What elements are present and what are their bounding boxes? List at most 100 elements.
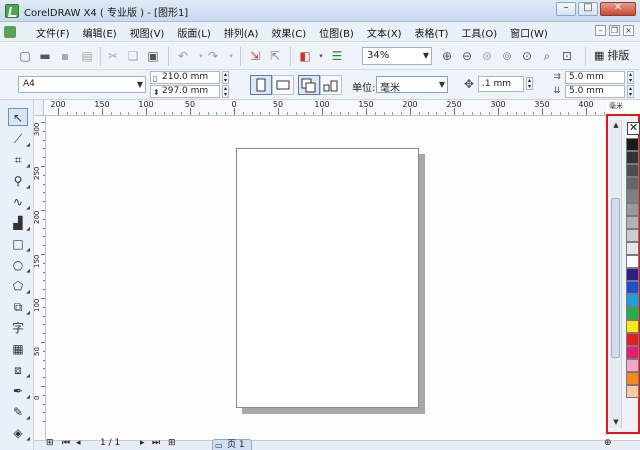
color-swatch[interactable] <box>626 268 639 281</box>
zoom-page-height-icon[interactable]: ⊡ <box>560 49 574 63</box>
landscape-button[interactable] <box>272 75 294 95</box>
welcome-screen-icon[interactable]: ☰ <box>330 49 344 63</box>
undo-icon[interactable]: ↶ <box>176 49 190 63</box>
units-combo[interactable]: 毫米 ▼ <box>376 76 448 94</box>
next-page-icon[interactable]: ▸ <box>140 438 145 448</box>
zoom-all-objects-icon[interactable]: ⊚ <box>500 49 514 63</box>
zoom-selected-icon[interactable]: ⊛ <box>480 49 494 63</box>
color-swatch[interactable] <box>626 190 639 203</box>
all-pages-button[interactable] <box>298 75 320 95</box>
drawing-page[interactable] <box>236 148 419 408</box>
color-swatch[interactable] <box>626 307 639 320</box>
document-icon[interactable] <box>4 26 16 38</box>
menu-edit[interactable]: 编辑(E) <box>83 25 117 40</box>
layout-button[interactable]: ▦ 排版 <box>594 47 629 63</box>
fill-tool[interactable]: ◈ ◢ <box>8 424 30 442</box>
menu-window[interactable]: 窗口(W) <box>510 25 548 40</box>
maximize-button[interactable]: □ <box>578 2 598 16</box>
no-color-swatch[interactable]: ✕ <box>627 122 640 135</box>
polygon-tool[interactable]: ⬠ ◢ <box>8 277 30 295</box>
menu-table[interactable]: 表格(T) <box>415 25 449 40</box>
add-page-icon[interactable]: ⊞ <box>46 438 54 448</box>
zoom-in-icon[interactable]: ⊕ <box>440 49 454 63</box>
open-icon[interactable]: ▬ <box>38 49 52 63</box>
last-page-icon[interactable]: ⏭ <box>152 438 160 448</box>
menu-bitmaps[interactable]: 位图(B) <box>319 25 354 40</box>
print-icon[interactable]: ▤ <box>80 49 94 63</box>
close-button[interactable]: ✕ <box>600 2 636 16</box>
palette-scroll-thumb[interactable] <box>611 198 620 358</box>
paste-icon[interactable]: ▣ <box>146 49 160 63</box>
cut-icon[interactable]: ✂ <box>106 49 120 63</box>
navigator-icon[interactable]: ⊕ <box>604 438 612 448</box>
portrait-button[interactable] <box>250 75 272 95</box>
page-height-field[interactable]: ⬍ 297.0 mm <box>150 85 220 98</box>
previous-page-icon[interactable]: ◂ <box>76 438 81 448</box>
menu-effects[interactable]: 效果(C) <box>271 25 306 40</box>
color-swatch[interactable] <box>626 229 639 242</box>
redo-dropdown-icon[interactable]: ▾ <box>224 49 238 63</box>
duplicate-y-spinner[interactable]: ▴ ▾ <box>627 85 634 98</box>
launcher-dropdown-icon[interactable]: ▾ <box>314 49 328 63</box>
menu-layout[interactable]: 版面(L) <box>177 25 210 40</box>
vertical-ruler[interactable]: 300 250 200 150 100 50 0 <box>34 116 46 440</box>
duplicate-x-spinner[interactable]: ▴ ▾ <box>627 71 634 84</box>
color-swatch[interactable] <box>626 203 639 216</box>
copy-icon[interactable]: ❏ <box>126 49 140 63</box>
smart-fill-tool[interactable]: ▟ ◢ <box>8 214 30 232</box>
color-swatch[interactable] <box>626 164 639 177</box>
color-swatch[interactable] <box>626 255 639 268</box>
zoom-out-icon[interactable]: ⊖ <box>460 49 474 63</box>
current-page-button[interactable] <box>320 75 342 95</box>
doc-restore-button[interactable]: ❐ <box>609 25 620 36</box>
color-swatch[interactable] <box>626 138 639 151</box>
palette-scroll-down-icon[interactable]: ▼ <box>610 418 622 426</box>
color-swatch[interactable] <box>626 320 639 333</box>
eyedropper-tool[interactable]: ✒ ◢ <box>8 382 30 400</box>
table-tool[interactable]: ▦ <box>8 340 28 358</box>
paper-size-combo[interactable]: A4 ▼ <box>18 76 146 93</box>
color-swatch[interactable] <box>626 372 639 385</box>
page-width-spinner[interactable]: ▴ ▾ <box>222 71 229 84</box>
import-icon[interactable]: ⇲ <box>248 49 262 63</box>
minimize-button[interactable]: – <box>556 2 576 16</box>
pick-tool[interactable]: ↖ <box>8 108 28 126</box>
menu-arrange[interactable]: 排列(A) <box>224 25 259 40</box>
freehand-tool[interactable]: ∿ ◢ <box>8 193 30 211</box>
export-icon[interactable]: ⇱ <box>268 49 282 63</box>
palette-scrollbar[interactable]: ▲ ▼ <box>610 120 622 428</box>
color-swatch[interactable] <box>626 294 639 307</box>
page-height-spinner[interactable]: ▴ ▾ <box>222 85 229 98</box>
page-tab[interactable]: ▭ 页 1 <box>212 439 252 450</box>
shape-tool[interactable]: ⟋ ◢ <box>8 130 30 148</box>
ellipse-tool[interactable]: ○ ◢ <box>8 256 30 274</box>
outline-tool[interactable]: ✎ ◢ <box>8 403 30 421</box>
ruler-origin[interactable] <box>34 100 44 116</box>
color-swatch[interactable] <box>626 177 639 190</box>
zoom-tool[interactable]: ⚲ ◢ <box>8 172 30 190</box>
interactive-blend-tool[interactable]: ⧈ ◢ <box>8 361 30 379</box>
color-swatch[interactable] <box>626 333 639 346</box>
color-swatch[interactable] <box>626 359 639 372</box>
menu-text[interactable]: 文本(X) <box>367 25 402 40</box>
redo-icon[interactable]: ↷ <box>206 49 220 63</box>
doc-minimize-button[interactable]: – <box>595 25 606 36</box>
add-page-after-icon[interactable]: ⊞ <box>168 438 176 448</box>
color-swatch[interactable] <box>626 385 639 398</box>
save-icon[interactable]: ▪ <box>58 49 72 63</box>
rectangle-tool[interactable]: □ ◢ <box>8 235 30 253</box>
menu-file[interactable]: 文件(F) <box>36 25 70 40</box>
duplicate-y-field[interactable]: 5.0 mm <box>565 85 625 98</box>
new-document-icon[interactable]: ▢ <box>18 49 32 63</box>
menu-tools[interactable]: 工具(O) <box>461 25 497 40</box>
doc-close-button[interactable]: × <box>623 25 634 36</box>
zoom-to-page-icon[interactable]: ⊙ <box>520 49 534 63</box>
palette-scroll-up-icon[interactable]: ▲ <box>610 121 622 129</box>
nudge-distance-field[interactable]: .1 mm <box>478 76 524 92</box>
zoom-level-combo[interactable]: 34% ▼ <box>362 47 432 65</box>
first-page-icon[interactable]: ⏮ <box>62 438 70 448</box>
duplicate-x-field[interactable]: 5.0 mm <box>565 71 625 84</box>
color-swatch[interactable] <box>626 216 639 229</box>
zoom-page-width-icon[interactable]: ⌕ <box>540 49 554 63</box>
nudge-spinner[interactable]: ▴ ▾ <box>526 77 533 90</box>
